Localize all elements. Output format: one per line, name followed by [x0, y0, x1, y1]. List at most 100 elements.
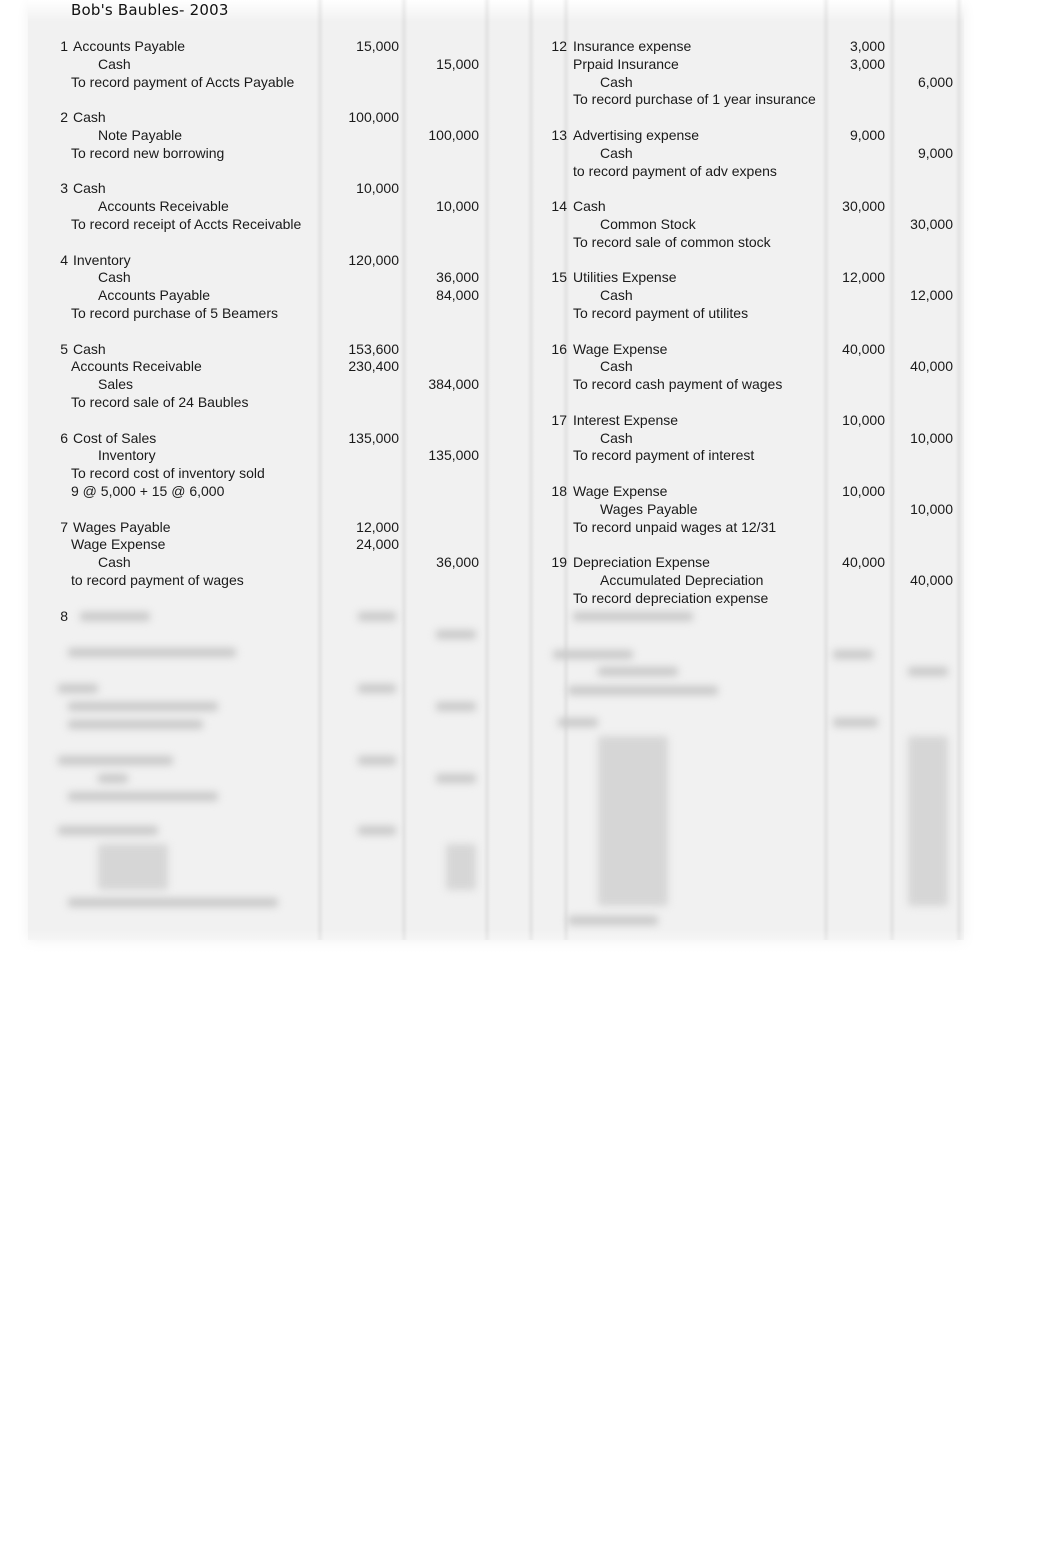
entry-memo: To record new borrowing: [71, 144, 225, 161]
blurred-preview-region: [28, 600, 964, 940]
blurred-text: [558, 718, 598, 727]
account-name: Common Stock: [600, 216, 696, 232]
document-title: Bob's Baubles- 2003: [71, 1, 229, 19]
blurred-text: [58, 684, 98, 693]
blurred-text: [598, 667, 678, 676]
blurred-text-block: [446, 844, 476, 890]
credit-amount: 10,000: [910, 429, 953, 446]
blurred-text: [436, 702, 476, 711]
account-name: Depreciation Expense: [573, 554, 710, 571]
account-name: Accounts Payable: [73, 38, 186, 54]
blurred-text: [68, 648, 236, 657]
entry-memo: To record unpaid wages at 12/31: [573, 518, 777, 535]
debit-amount: 10,000: [356, 180, 399, 197]
credit-amount: 6,000: [917, 73, 953, 90]
blurred-text: [358, 612, 396, 621]
entry-number: 7: [60, 518, 68, 535]
entry-number: 1: [60, 38, 68, 54]
account-name: Wage Expense: [71, 536, 166, 553]
blurred-text: [833, 650, 873, 659]
debit-amount: 40,000: [842, 554, 885, 571]
credit-amount: 40,000: [910, 358, 953, 375]
account-name: Inventory: [73, 251, 131, 268]
debit-amount: 100,000: [348, 109, 399, 126]
entry-memo: To record cash payment of wages: [573, 376, 783, 393]
entry-memo: 9 @ 5,000 + 15 @ 6,000: [71, 483, 225, 499]
account-name: Accumulated Depreciation: [600, 572, 764, 588]
credit-amount: 40,000: [910, 572, 953, 588]
credit-amount: 15,000: [436, 55, 479, 72]
blurred-text: [358, 826, 396, 835]
account-name: Note Payable: [98, 127, 183, 143]
debit-amount: 12,000: [356, 518, 399, 535]
debit-amount: 120,000: [348, 251, 399, 268]
blurred-text: [436, 630, 476, 639]
account-name: Utilities Expense: [573, 269, 677, 286]
blurred-text-block: [98, 844, 168, 890]
entry-number: 16: [551, 340, 567, 357]
account-name: Cash: [600, 73, 633, 90]
account-name: Wage Expense: [573, 340, 668, 357]
blurred-text: [58, 756, 173, 765]
entry-memo: To record purchase of 1 year insurance: [573, 91, 816, 108]
blurred-text: [553, 650, 633, 659]
credit-amount: 9,000: [917, 144, 953, 161]
entry-number: 17: [551, 411, 567, 428]
credit-amount: 384,000: [428, 376, 479, 393]
entry-number: 13: [551, 127, 567, 143]
entry-number: 2: [60, 109, 68, 126]
account-name: Advertising expense: [573, 127, 700, 143]
entry-memo: To record receipt of Accts Receivable: [71, 216, 302, 232]
account-name: Cash: [73, 109, 106, 126]
blurred-text: [358, 756, 396, 765]
credit-amount: 12,000: [910, 287, 953, 304]
account-name: Cash: [73, 340, 106, 357]
debit-amount: 135,000: [348, 429, 399, 446]
account-name: Accounts Receivable: [71, 358, 202, 375]
debit-amount: 30,000: [842, 198, 885, 215]
account-name: Cash: [98, 55, 131, 72]
account-name: Accounts Payable: [98, 287, 211, 304]
debit-amount: 15,000: [356, 38, 399, 54]
credit-amount: 135,000: [428, 447, 479, 464]
credit-amount: 10,000: [910, 500, 953, 517]
blurred-text: [68, 702, 218, 711]
account-name: Cash: [98, 269, 131, 286]
debit-amount: 10,000: [842, 483, 885, 499]
debit-amount: 12,000: [842, 269, 885, 286]
account-name: Wage Expense: [573, 483, 668, 499]
debit-amount: 3,000: [849, 55, 885, 72]
account-name: Wages Payable: [600, 500, 698, 517]
entry-number: 5: [60, 340, 68, 357]
entry-number: 3: [60, 180, 68, 197]
blurred-text: [80, 612, 150, 621]
credit-amount: 30,000: [910, 216, 953, 232]
blurred-text: [58, 826, 158, 835]
blurred-text: [436, 774, 476, 783]
entry-number: 18: [551, 483, 567, 499]
entry-number: 6: [60, 429, 68, 446]
blurred-text: [833, 718, 878, 727]
blurred-text: [98, 774, 128, 783]
debit-amount: 230,400: [348, 358, 399, 375]
account-name: Cash: [73, 180, 106, 197]
entry-memo: To record sale of common stock: [573, 233, 771, 250]
credit-amount: 100,000: [428, 127, 479, 143]
entry-number: 19: [551, 554, 567, 571]
account-name: Sales: [98, 376, 134, 393]
entry-memo: To record payment of utilites: [573, 305, 749, 321]
account-name: Wages Payable: [73, 518, 171, 535]
account-name: Cost of Sales: [73, 429, 157, 446]
blurred-text: [68, 792, 218, 801]
blurred-text-block: [598, 736, 668, 906]
entry-memo: To record sale of 24 Baubles: [71, 394, 249, 410]
account-name: Cash: [98, 554, 131, 571]
blurred-text: [68, 720, 203, 729]
credit-amount: 36,000: [436, 269, 479, 286]
entry-memo: to record payment of wages: [71, 572, 244, 588]
entry-number: 14: [551, 198, 567, 215]
entry-number: 4: [60, 251, 68, 268]
account-name: Insurance expense: [573, 38, 692, 54]
entry-number: 12: [551, 38, 567, 54]
account-name: Prpaid Insurance: [573, 55, 679, 72]
